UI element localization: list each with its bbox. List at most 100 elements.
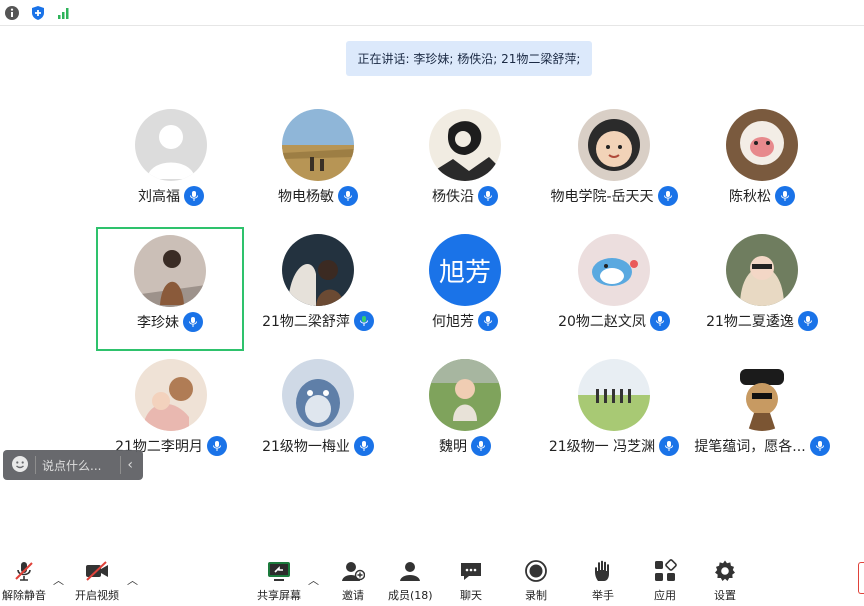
members-icon [396,558,424,584]
avatar [429,359,501,431]
video-options-chevron-icon[interactable]: ︿ [127,572,138,588]
microphone-icon [353,436,374,456]
hand-icon [589,558,617,584]
microphone-icon [775,186,795,206]
emoji-icon[interactable] [11,455,29,476]
microphone-icon [478,186,498,206]
quick-chat-box[interactable]: 说点什么... ‹ [3,450,143,480]
divider [120,456,122,474]
avatar [282,359,354,431]
participant-name: 物电学院-岳天天 [550,189,654,205]
participant-tile[interactable]: 21级物一 冯芝渊 [540,349,688,473]
participant-tile[interactable]: 21物二梁舒萍 [244,224,392,348]
start-video-label: 开启视频 [75,589,119,602]
participant-name: 何旭芳 [432,314,474,330]
members-button[interactable]: 成员(18) [388,558,433,603]
avatar [282,234,354,306]
avatar [282,109,354,181]
participant-name: 陈秋松 [729,189,771,205]
participant-name: 杨佚沿 [432,189,474,205]
avatar [726,234,798,306]
leave-button-edge[interactable] [858,562,864,594]
share-screen-icon [265,558,293,584]
avatar [135,359,207,431]
avatar: 旭芳 [429,234,501,306]
avatar [578,109,650,181]
microphone-muted-icon [10,558,38,584]
raise-hand-button[interactable]: 举手 [589,558,617,603]
microphone-icon [478,311,498,331]
add-user-icon [339,558,367,584]
start-video-button[interactable]: 开启视频 [75,558,119,603]
participant-name: 21级物一梅业 [262,439,350,455]
participant-tile[interactable]: 魏明 [391,349,539,473]
apps-button[interactable]: 应用 [651,558,679,603]
participant-name: 刘高福 [138,189,180,205]
participant-name: 提笔蕴词，愿各... [694,439,806,455]
participant-name: 21物二夏逶逸 [706,314,794,330]
participant-name: 21物二梁舒萍 [262,314,350,330]
mute-options-chevron-icon[interactable]: ︿ [53,572,64,588]
participant-name: 20物二赵文凤 [558,314,646,330]
participant-tile[interactable]: 21级物一梅业 [244,349,392,473]
avatar [429,109,501,181]
share-screen-button[interactable]: 共享屏幕 [257,558,301,603]
microphone-icon [183,312,203,332]
collapse-chevron-icon[interactable]: ‹ [127,457,133,473]
chat-bubble-icon [457,558,485,584]
avatar [134,235,206,307]
microphone-icon [657,186,678,206]
microphone-icon [809,436,830,456]
record-label: 录制 [525,589,547,602]
microphone-icon [659,436,680,456]
raise-hand-label: 举手 [592,589,614,602]
meeting-toolbar: 解除静音 ︿ 开启视频 ︿ 共享屏幕 ︿ 邀请 成员(18) 聊天 录制 举手 … [0,554,864,606]
members-label: 成员(18) [388,589,433,602]
participant-name: 21级物一 冯芝渊 [548,439,656,455]
participant-tile[interactable]: 21物二夏逶逸 [688,224,836,348]
participant-tile-active[interactable]: 李珍妹 [96,227,244,351]
avatar [578,359,650,431]
unmute-button[interactable]: 解除静音 [2,558,46,603]
avatar [578,234,650,306]
apps-grid-icon [651,558,679,584]
share-screen-label: 共享屏幕 [257,589,301,602]
participant-name: 李珍妹 [137,315,179,331]
participant-name: 魏明 [439,439,467,455]
chat-label: 聊天 [460,589,482,602]
gear-icon [711,558,739,584]
participant-grid: 刘高福 物电杨敏 杨佚沿 物电学院-岳天天 陈秋松 李珍妹 21物二梁舒萍 旭芳… [0,0,864,606]
camera-off-icon [83,558,111,584]
settings-label: 设置 [714,589,736,602]
chat-input[interactable]: 说点什么... [42,457,114,474]
participant-tile[interactable]: 旭芳 何旭芳 [391,224,539,348]
participant-tile[interactable]: 20物二赵文凤 [540,224,688,348]
invite-label: 邀请 [342,589,364,602]
participant-tile[interactable]: 刘高福 [97,99,245,223]
unmute-label: 解除静音 [2,589,46,602]
share-options-chevron-icon[interactable]: ︿ [308,572,319,588]
microphone-icon [649,311,670,331]
participant-tile[interactable]: 物电杨敏 [244,99,392,223]
record-icon [522,558,550,584]
microphone-active-icon [353,311,374,331]
participant-tile[interactable]: 杨佚沿 [391,99,539,223]
participant-name: 物电杨敏 [278,189,334,205]
microphone-icon [471,436,491,456]
chat-button[interactable]: 聊天 [457,558,485,603]
apps-label: 应用 [654,589,676,602]
record-button[interactable]: 录制 [522,558,550,603]
divider [35,456,36,474]
microphone-icon [184,186,204,206]
microphone-icon [797,311,818,331]
participant-tile[interactable]: 物电学院-岳天天 [540,99,688,223]
microphone-icon [206,436,227,456]
avatar [726,109,798,181]
invite-button[interactable]: 邀请 [339,558,367,603]
participant-tile[interactable]: 陈秋松 [688,99,836,223]
avatar-initials: 旭芳 [438,257,491,288]
participant-tile[interactable]: 提笔蕴词，愿各... [688,349,836,473]
microphone-icon [338,186,358,206]
settings-button[interactable]: 设置 [711,558,739,603]
avatar [135,109,207,181]
